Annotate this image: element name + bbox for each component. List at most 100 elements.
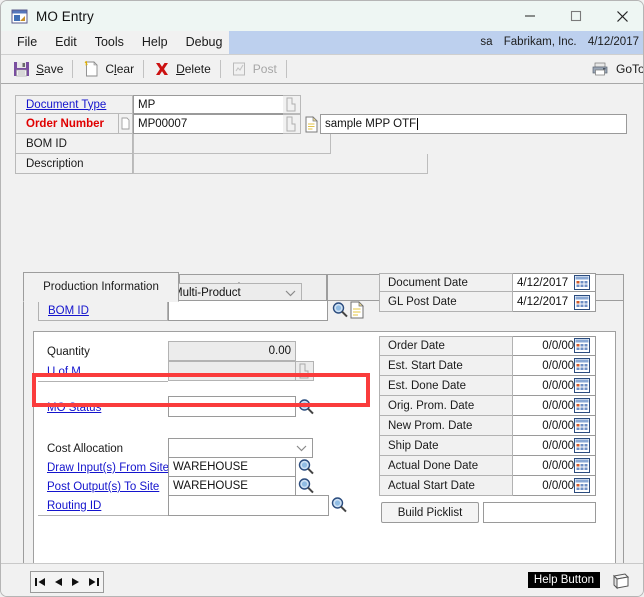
order-number-note-icon[interactable] [119,114,133,134]
first-record-icon[interactable] [35,577,46,587]
post-outputs-to-site-lookup-icon[interactable] [297,477,315,495]
post-outputs-to-site-label[interactable]: Post Output(s) To Site [47,481,159,493]
document-type-label[interactable]: Document Type [26,99,106,111]
u-of-m-input[interactable] [168,361,296,381]
est-done-date-label-cell: Est. Done Date [379,376,513,396]
orig-prom-date-calendar-icon[interactable] [574,398,590,413]
actual-done-date-label: Actual Done Date [388,459,479,472]
menu-item-edit[interactable]: Edit [46,31,86,54]
actual-start-date-label-cell: Actual Start Date [379,476,513,496]
order-note-doc-icon[interactable] [302,114,320,134]
floppy-disk-icon [13,60,31,78]
build-picklist-input[interactable] [483,502,596,523]
printer-icon[interactable] [591,60,609,78]
gl-post-date-label-cell: GL Post Date [379,292,513,312]
toolbar-separator [72,60,74,78]
est-done-date-calendar-icon[interactable] [574,378,590,393]
clear-button[interactable]: Clear [76,56,140,83]
toolbar-right-group: GoTo [587,55,643,82]
mo-entry-window: MO Entry File Edit Tools Help Debug sa F… [0,0,644,597]
est-start-date-calendar-icon[interactable] [574,358,590,373]
toolbar: Save Clear Delete Post GoTo [1,55,643,84]
orig-prom-date-label: Orig. Prom. Date [388,399,475,412]
gl-post-date-label: GL Post Date [388,295,457,308]
bom-id-input[interactable] [168,300,328,321]
ship-date-calendar-icon[interactable] [574,438,590,453]
description-input[interactable] [133,154,428,174]
order-number-label: Order Number [26,117,104,130]
bom-id-new-doc-icon[interactable] [349,301,366,320]
save-button[interactable]: Save [7,56,69,83]
mo-status-lookup-icon[interactable] [297,398,315,416]
previous-record-icon[interactable] [54,577,63,587]
order-date-calendar-icon[interactable] [574,338,590,353]
draw-inputs-from-site-lookup-icon[interactable] [297,458,315,476]
actual-start-date-calendar-icon[interactable] [574,478,590,493]
order-number-input[interactable]: MP00007 [133,114,290,134]
post-button: Post [224,56,283,83]
new-prom-date-calendar-icon[interactable] [574,418,590,433]
header-bom-id-input[interactable] [133,134,331,154]
actual-done-date-calendar-icon[interactable] [574,458,590,473]
toolbar-separator [219,60,221,78]
gl-post-date-calendar-icon[interactable] [574,295,590,310]
text-caret [417,118,419,130]
menu-item-help[interactable]: Help [133,31,177,54]
cost-allocation-dropdown[interactable] [168,438,313,458]
maximize-icon[interactable] [553,1,599,31]
est-start-date-label-cell: Est. Start Date [379,356,513,376]
minimize-icon[interactable] [507,1,553,31]
draw-inputs-from-site-label[interactable]: Draw Input(s) From Site [47,462,169,474]
bom-id-label[interactable]: BOM ID [48,305,89,317]
window-controls [507,1,643,31]
orig-prom-date-label-cell: Orig. Prom. Date [379,396,513,416]
tab-production-information[interactable]: Production Information [23,272,179,302]
routing-id-label[interactable]: Routing ID [47,500,101,512]
help-book-icon[interactable] [611,572,631,590]
bom-id-lookup-icon[interactable] [331,301,349,319]
ship-date-label: Ship Date [388,439,439,452]
tab-label: Production Information [43,281,159,293]
est-start-date-label: Est. Start Date [388,359,463,372]
menu-item-debug[interactable]: Debug [177,31,232,54]
menu-item-tools[interactable]: Tools [86,31,133,54]
post-label: Post [252,62,277,76]
document-type-lookup-icon[interactable] [283,95,301,114]
close-icon[interactable] [599,1,643,31]
document-type-input[interactable]: MP [133,95,290,114]
order-description-input[interactable]: sample MPP OTF [320,114,627,134]
post-outputs-to-site-input[interactable]: WAREHOUSE [168,476,296,496]
goto-button[interactable]: GoTo [614,55,643,82]
build-picklist-button[interactable]: Build Picklist [381,502,479,523]
document-type-label-cell: Document Type [15,95,133,114]
cost-allocation-label-cell: Cost Allocation [38,439,168,459]
draw-inputs-from-site-input[interactable]: WAREHOUSE [168,457,296,477]
delete-label: Delete [176,62,211,76]
mo-status-label[interactable]: MO Status [47,402,101,414]
header-bom-id-label-cell: BOM ID [15,134,133,154]
routing-id-label-cell: Routing ID [38,496,168,516]
u-of-m-lookup-icon[interactable] [296,361,314,381]
quantity-label: Quantity [47,346,90,358]
order-number-lookup-icon[interactable] [283,114,301,134]
chevron-down-icon [285,290,296,297]
menu-item-file[interactable]: File [8,31,46,54]
u-of-m-label[interactable]: U of M [47,366,81,378]
document-date-calendar-icon[interactable] [574,275,590,290]
routing-id-lookup-icon[interactable] [330,496,348,514]
bom-id-label-cell: BOM ID [38,300,168,321]
document-date-label-cell: Document Date [379,273,513,292]
help-button-tooltip[interactable]: Help Button [527,572,600,588]
next-record-icon[interactable] [71,577,80,587]
order-number-label-cell: Order Number [15,114,119,134]
routing-id-input[interactable] [168,495,329,516]
title-bar: MO Entry [1,1,643,31]
mo-status-input[interactable] [168,396,296,417]
delete-button[interactable]: Delete [147,56,217,83]
build-picklist-label: Build Picklist [397,506,463,519]
mo-status-label-cell: MO Status [38,397,168,418]
order-description-text: sample MPP OTF [325,118,417,130]
actual-done-date-label-cell: Actual Done Date [379,456,513,476]
last-record-icon[interactable] [88,577,99,587]
quantity-input[interactable]: 0.00 [168,341,296,361]
